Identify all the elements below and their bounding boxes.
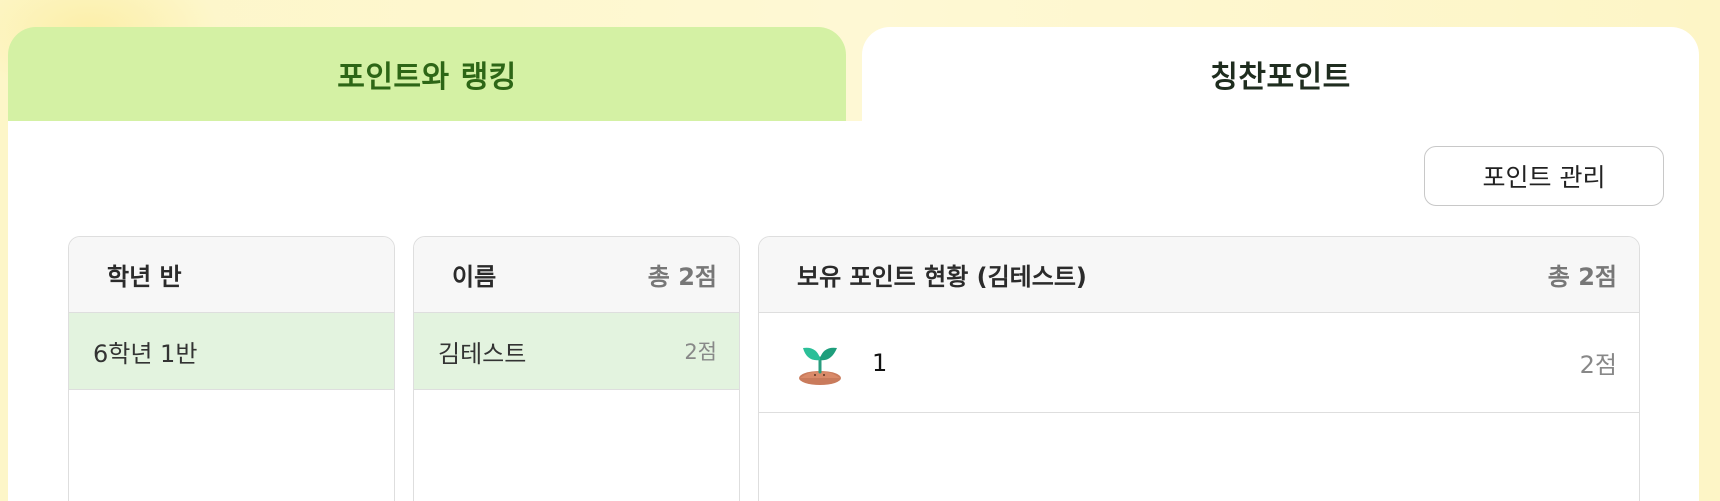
owned-point-item: 1 2점 [759,313,1639,413]
student-total-points: 총 2점 [647,263,717,291]
student-name-header: 이름 총 2점 [414,237,739,313]
grade-class-list: 학년 반 6학년 1반 [68,236,395,501]
tab-praise-points-label: 칭찬포인트 [1210,60,1351,95]
owned-points-panel: 보유 포인트 현황 (김테스트) 총 2점 1 2점 [758,236,1640,501]
grade-class-item-label: 6학년 1반 [93,339,198,368]
manage-points-button[interactable]: 포인트 관리 [1424,146,1664,206]
student-name-list: 이름 총 2점 김테스트 2점 [413,236,740,501]
owned-points-header: 보유 포인트 현황 (김테스트) 총 2점 [759,237,1639,313]
student-list-item[interactable]: 김테스트 2점 [414,313,739,390]
sprout-icon [799,347,841,385]
tab-points-ranking[interactable]: 포인트와 랭킹 [8,27,846,127]
owned-point-value: 2점 [1579,351,1617,379]
student-name: 김테스트 [438,339,527,368]
grade-class-header-label: 학년 반 [107,263,182,291]
tab-points-ranking-label: 포인트와 랭킹 [337,60,517,95]
owned-points-total: 총 2점 [1547,263,1617,291]
owned-points-title: 보유 포인트 현황 (김테스트) [797,263,1087,291]
grade-class-header: 학년 반 [69,237,394,313]
tab-praise-points[interactable]: 칭찬포인트 [862,27,1699,127]
owned-point-name: 1 [872,348,888,377]
student-name-header-label: 이름 [452,263,497,291]
student-points: 2점 [684,340,717,364]
grade-class-item[interactable]: 6학년 1반 [69,313,394,390]
